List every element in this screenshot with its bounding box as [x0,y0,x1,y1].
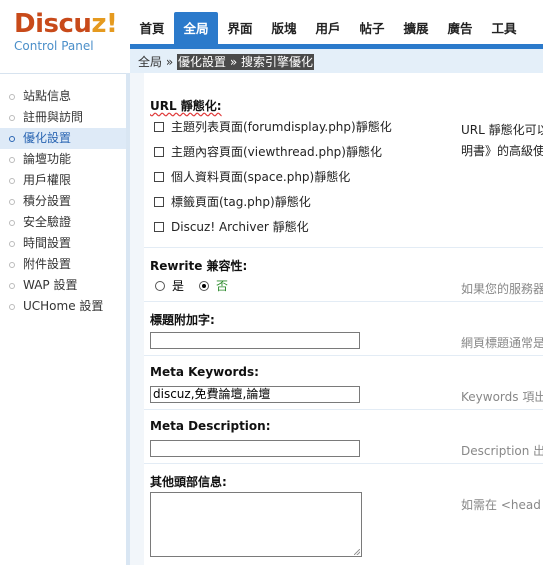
checkbox-viewthread-label[interactable]: 主題內容頁面(viewthread.php)靜態化 [171,143,382,160]
bullet-icon [9,115,15,121]
meta-description-section: Meta Description: Description 出 [144,409,543,464]
title-suffix-hint: 網頁標題通常是 [461,336,543,350]
tab-forums[interactable]: 版塊 [262,12,306,44]
resize-grip-icon[interactable] [354,549,360,555]
sidebar-item-uchome[interactable]: UCHome 設置 [0,296,126,317]
breadcrumb-current: 優化設置 » 搜索引擎優化 [177,54,314,70]
sidebar-item-user-permissions[interactable]: 用戶權限 [0,170,126,191]
bullet-icon [9,304,15,310]
sidebar-item-forum-features[interactable]: 論壇功能 [0,149,126,170]
checkbox-archiver[interactable] [154,222,164,232]
tab-ads[interactable]: 廣告 [438,12,482,44]
sidebar-item-security[interactable]: 安全驗證 [0,212,126,233]
sidebar-top-line [0,73,126,74]
url-static-section: URL 靜態化: 主題列表頁面(forumdisplay.php)靜態化 主題內… [144,87,543,247]
rewrite-yes-radio[interactable] [155,281,165,291]
rewrite-no-label[interactable]: 否 [216,277,228,294]
title-suffix-input[interactable] [150,332,360,349]
other-head-hint: 如需在 <head [461,498,541,512]
logo-subtitle: Control Panel [14,39,94,53]
checkbox-space-label[interactable]: 個人資料頁面(space.php)靜態化 [171,168,350,185]
meta-keywords-input[interactable] [150,386,360,403]
sidebar-menu: 站點信息 註冊與訪問 優化設置 論壇功能 用戶權限 積分設置 安全驗證 時間設置… [0,86,126,317]
checkbox-tag[interactable] [154,197,164,207]
other-head-section: 其他頭部信息: 如需在 <head [144,463,543,565]
sidebar-item-attachments[interactable]: 附件設置 [0,254,126,275]
tab-posts[interactable]: 帖子 [350,12,394,44]
checkbox-forumdisplay-label[interactable]: 主題列表頁面(forumdisplay.php)靜態化 [171,118,392,135]
meta-keywords-hint: Keywords 項出 [461,390,543,404]
other-head-label: 其他頭部信息: [150,475,227,489]
checkbox-forumdisplay[interactable] [154,122,164,132]
rewrite-yes-label[interactable]: 是 [172,277,184,294]
breadcrumb: 全局 » 優化設置 » 搜索引擎優化 [130,49,543,74]
other-head-textarea[interactable] [150,492,362,557]
bullet-icon [9,241,15,247]
bullet-icon [9,199,15,205]
meta-keywords-label: Meta Keywords: [150,365,259,379]
title-suffix-label: 標題附加字: [150,313,215,327]
tab-home[interactable]: 首頁 [130,12,174,44]
meta-description-label: Meta Description: [150,419,271,433]
sidebar-item-credits[interactable]: 積分設置 [0,191,126,212]
content-gutter [130,73,144,565]
bullet-icon [9,157,15,163]
sidebar-item-time[interactable]: 時間設置 [0,233,126,254]
tab-extensions[interactable]: 擴展 [394,12,438,44]
url-static-hint-line2: 明書》的高級使 [461,144,543,158]
title-suffix-section: 標題附加字: 網頁標題通常是 [144,301,543,356]
logo-brand: Discuz! [14,9,118,39]
bullet-icon [9,262,15,268]
rewrite-label: Rewrite 兼容性: [150,259,248,273]
bullet-icon [9,94,15,100]
meta-description-hint: Description 出 [461,444,543,458]
checkbox-viewthread[interactable] [154,147,164,157]
tab-global[interactable]: 全局 [174,12,218,44]
checkbox-archiver-label[interactable]: Discuz! Archiver 靜態化 [171,218,309,235]
top-navigation: 首頁 全局 界面 版塊 用戶 帖子 擴展 廣告 工具 [130,12,543,44]
sidebar-item-site-info[interactable]: 站點信息 [0,86,126,107]
checkbox-space[interactable] [154,172,164,182]
breadcrumb-separator: » [162,55,177,69]
tab-users[interactable]: 用戶 [306,12,350,44]
discuz-logo: Discuz! Control Panel [14,10,124,60]
sidebar-item-optimization[interactable]: 優化設置 [0,128,126,149]
meta-description-input[interactable] [150,440,360,457]
bullet-icon [9,220,15,226]
breadcrumb-root[interactable]: 全局 [138,55,162,69]
url-static-hint-line1: URL 靜態化可以 [461,123,543,137]
settings-panel: URL 靜態化: 主題列表頁面(forumdisplay.php)靜態化 主題內… [144,73,543,565]
sidebar-item-registration[interactable]: 註冊與訪問 [0,107,126,128]
checkbox-tag-label[interactable]: 標籤頁面(tag.php)靜態化 [171,193,311,210]
rewrite-section: Rewrite 兼容性: 是 否 如果您的服務器 [144,247,543,302]
sidebar-item-wap[interactable]: WAP 設置 [0,275,126,296]
url-static-label: URL 靜態化: [150,99,222,113]
tab-tools[interactable]: 工具 [482,12,526,44]
meta-keywords-section: Meta Keywords: Keywords 項出 [144,355,543,410]
sidebar: 站點信息 註冊與訪問 優化設置 論壇功能 用戶權限 積分設置 安全驗證 時間設置… [0,73,126,565]
rewrite-hint: 如果您的服務器 [461,282,543,296]
bullet-icon [9,136,15,142]
bullet-icon [9,178,15,184]
bullet-icon [9,283,15,289]
rewrite-no-radio[interactable] [199,281,209,291]
tab-interface[interactable]: 界面 [218,12,262,44]
